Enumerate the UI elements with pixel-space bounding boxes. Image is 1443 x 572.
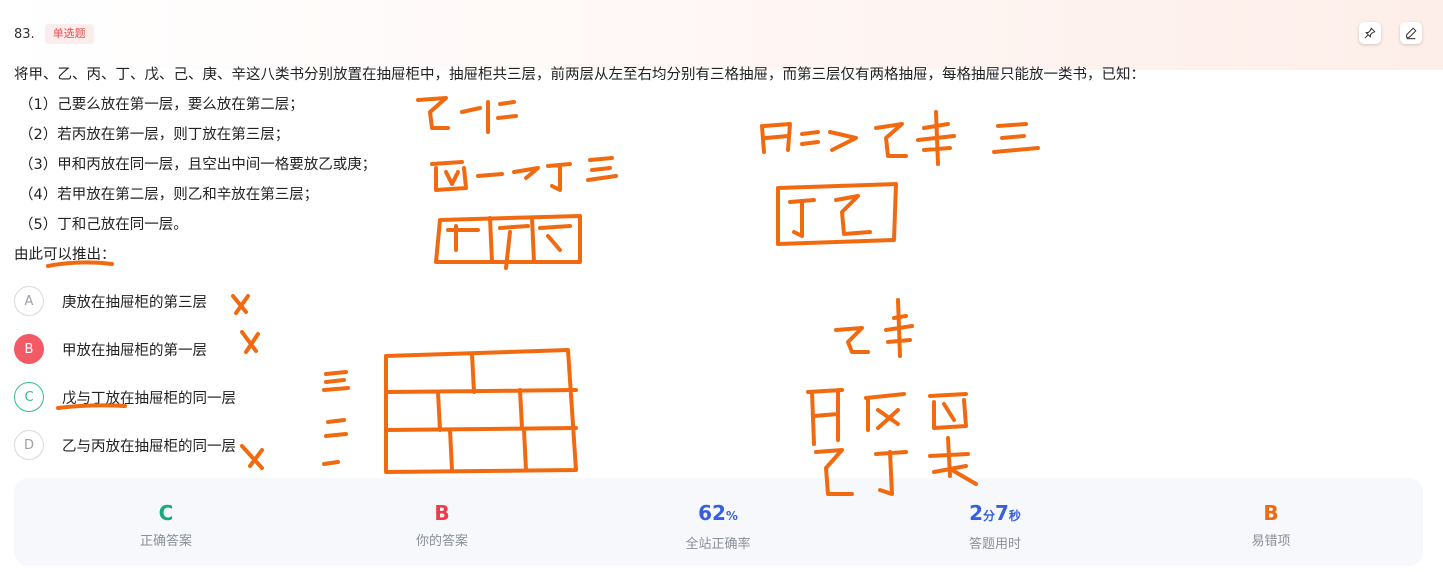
question-stem: 将甲、乙、丙、丁、戊、己、庚、辛这八类书分别放置在抽屉柜中，抽屉柜共三层，前两层… (14, 67, 1145, 83)
option-a[interactable]: A 庚放在抽屉柜的第三层 (14, 285, 207, 317)
ink-cabinet-grid (384, 348, 578, 474)
pin-button[interactable] (1359, 22, 1381, 44)
ink-mark-a (231, 294, 250, 315)
option-a-text: 庚放在抽屉柜的第三层 (62, 294, 207, 311)
condition-1: （1）己要么放在第一层，要么放在第二层； (19, 97, 304, 113)
option-b-letter: B (14, 334, 44, 364)
option-a-letter: A (14, 286, 44, 316)
ink-mark-d (240, 444, 264, 470)
time-seconds-unit: 秒 (1008, 509, 1021, 523)
option-b-text: 甲放在抽屉柜的第一层 (62, 342, 207, 359)
ink-note-5 (806, 388, 968, 446)
ink-sketch-box-1 (434, 214, 582, 270)
condition-5: （5）丁和己放在同一层。 (19, 217, 188, 233)
answer-stats-panel: C 正确答案 B 你的答案 62% 全站正确率 2分7秒 答题用时 B 易错项 (14, 478, 1423, 566)
edit-button[interactable] (1400, 22, 1422, 44)
condition-3: （3）甲和丙放在同一层，且空出中间一格要放乙或庚； (19, 157, 377, 173)
time-minutes: 2 (969, 501, 983, 525)
stat-your-answer: B 你的答案 (342, 478, 542, 549)
ink-sketch-box-2 (776, 182, 898, 246)
option-d-text: 乙与丙放在抽屉柜的同一层 (62, 438, 236, 455)
ink-mark-b (240, 330, 260, 354)
condition-4: （4）若甲放在第二层，则乙和辛放在第三层； (19, 187, 319, 203)
ink-level-marks (322, 370, 350, 466)
ink-note-4 (834, 298, 914, 358)
condition-2: （2）若丙放在第一层，则丁放在第三层； (19, 127, 290, 143)
header-background (0, 0, 1443, 70)
pencil-icon (1406, 27, 1417, 40)
option-b[interactable]: B 甲放在抽屉柜的第一层 (14, 333, 207, 365)
accuracy-unit: % (725, 509, 738, 523)
stat-accuracy: 62% 全站正确率 (618, 478, 818, 552)
time-minutes-unit: 分 (982, 509, 995, 523)
ink-note-3 (760, 110, 1040, 166)
question-number: 83. (14, 26, 35, 42)
ink-note-1 (416, 96, 518, 134)
option-c-text: 戊与丁放在抽屉柜的同一层 (62, 390, 236, 407)
stat-time-used: 2分7秒 答题用时 (895, 478, 1095, 552)
stat-correct-answer: C 正确答案 (66, 478, 266, 549)
accuracy-label: 全站正确率 (685, 537, 751, 552)
time-used-label: 答题用时 (968, 537, 1021, 552)
pin-icon (1364, 27, 1376, 39)
option-c[interactable]: C 戊与丁放在抽屉柜的同一层 (14, 381, 236, 413)
correct-answer-label: 正确答案 (139, 534, 192, 549)
your-answer-label: 你的答案 (415, 534, 468, 549)
correct-answer-value: C (158, 501, 174, 525)
time-seconds: 7 (995, 501, 1009, 525)
option-d-letter: D (14, 430, 44, 460)
common-wrong-label: 易错项 (1251, 534, 1291, 549)
ink-note-2 (430, 156, 618, 192)
question-prompt: 由此可以推出： (14, 247, 116, 263)
your-answer-value: B (434, 501, 450, 525)
option-d[interactable]: D 乙与丙放在抽屉柜的同一层 (14, 429, 236, 461)
common-wrong-value: B (1263, 501, 1279, 525)
stat-common-wrong: B 易错项 (1171, 478, 1371, 549)
question-type-badge: 单选题 (44, 24, 94, 44)
time-used-value: 2分7秒 (895, 500, 1095, 529)
accuracy-number: 62 (698, 501, 726, 525)
accuracy-value: 62% (618, 500, 818, 529)
question-header: 83. 单选题 (14, 24, 94, 44)
option-c-letter: C (14, 382, 44, 412)
